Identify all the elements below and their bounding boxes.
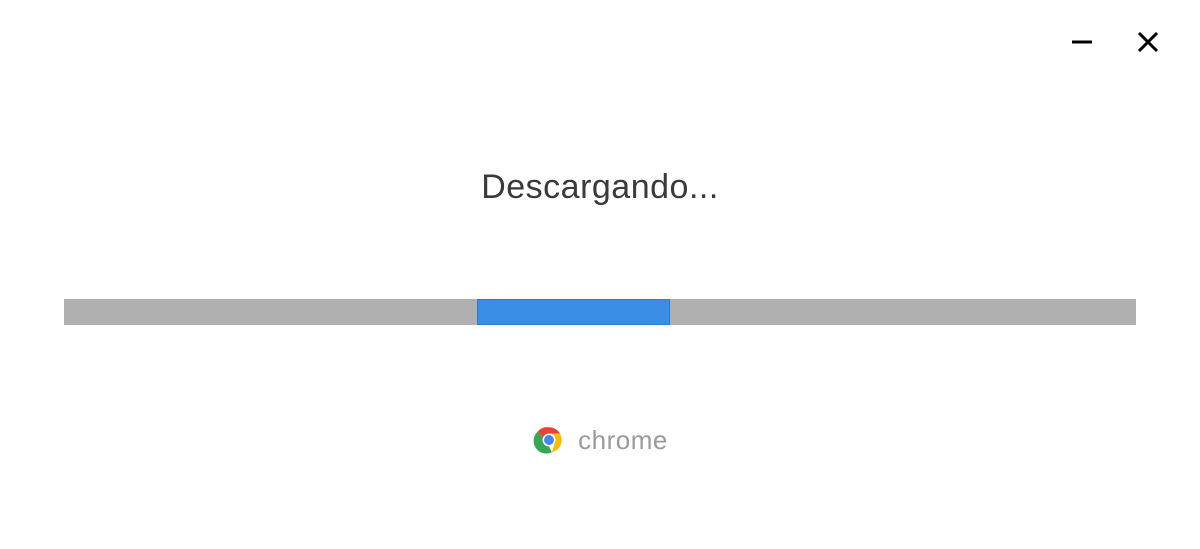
brand-footer: chrome (532, 423, 668, 457)
status-text: Descargando... (481, 168, 719, 207)
progress-fill (477, 299, 670, 325)
progress-bar (64, 299, 1136, 325)
installer-content: Descargando... chrome (0, 0, 1200, 549)
chrome-icon (532, 423, 566, 457)
brand-label: chrome (578, 425, 668, 456)
